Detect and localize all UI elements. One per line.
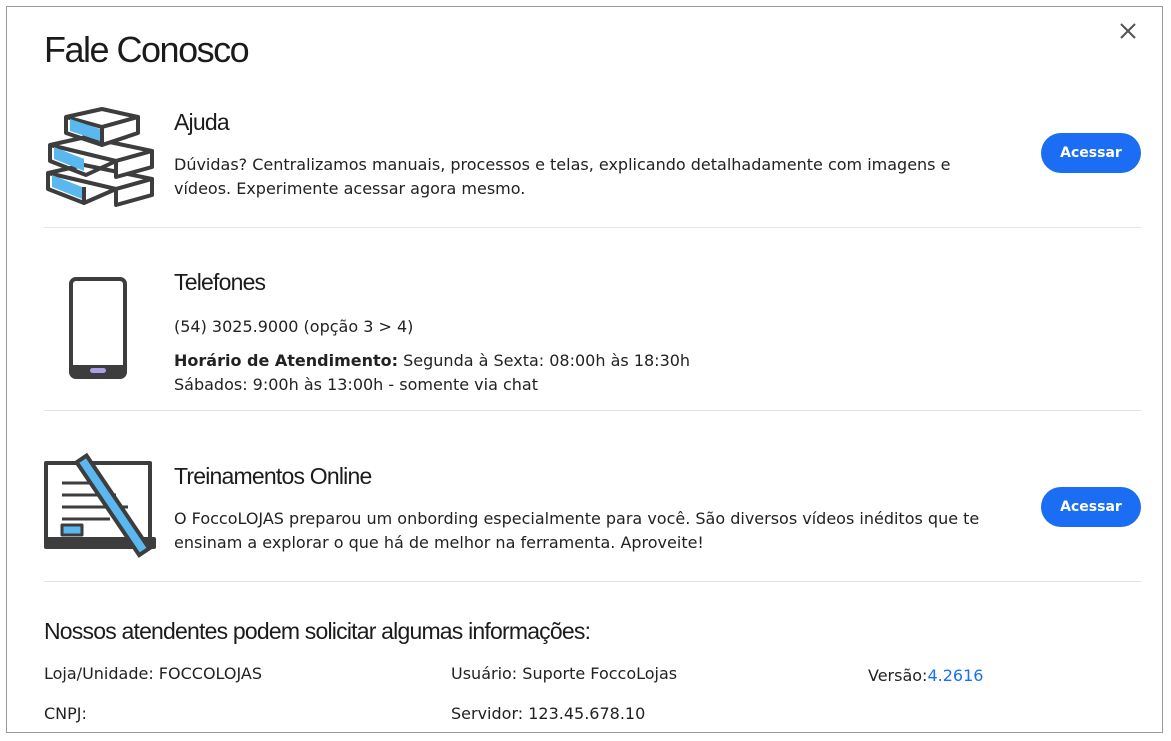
server-info: Servidor: 123.45.678.10: [451, 704, 646, 723]
training-description-line2: ensinam a explorar o que há de melhor na…: [174, 533, 704, 552]
phones-title: Telefones: [174, 269, 266, 295]
books-icon: [46, 107, 154, 207]
whiteboard-icon: [44, 453, 156, 558]
help-description-line1: Dúvidas? Centralizamos manuais, processo…: [174, 155, 951, 174]
training-access-button[interactable]: Acessar: [1041, 487, 1141, 527]
phones-section: Telefones (54) 3025.9000 (opção 3 > 4) H…: [44, 257, 1141, 397]
version-link[interactable]: 4.2616: [927, 666, 983, 685]
service-hours-weekdays: Horário de Atendimento: Segunda à Sexta:…: [174, 349, 690, 373]
help-access-button[interactable]: Acessar: [1041, 133, 1141, 173]
phone-number: (54) 3025.9000 (opção 3 > 4): [174, 317, 414, 336]
version-label: Versão:: [868, 666, 928, 685]
help-title: Ajuda: [174, 109, 230, 135]
service-hours-weekdays-text: Segunda à Sexta: 08:00h às 18:30h: [398, 351, 691, 370]
version-info: Versão:4.2616: [868, 666, 983, 685]
training-description-line1: O FoccoLOJAS preparou um onbording espec…: [174, 509, 980, 528]
training-description: O FoccoLOJAS preparou um onbording espec…: [174, 507, 979, 555]
help-section: Ajuda Dúvidas? Centralizamos manuais, pr…: [44, 97, 1141, 207]
contact-dialog: Fale Conosco Ajuda Dúvidas? Centralizamo…: [6, 6, 1163, 733]
divider: [44, 410, 1141, 411]
dialog-title: Fale Conosco: [44, 29, 250, 70]
close-button[interactable]: [1114, 17, 1142, 45]
cnpj-info: CNPJ:: [44, 704, 87, 723]
service-hours: Horário de Atendimento: Segunda à Sexta:…: [174, 349, 690, 397]
training-title: Treinamentos Online: [174, 463, 372, 489]
info-title: Nossos atendentes podem solicitar alguma…: [44, 618, 591, 644]
divider: [44, 227, 1141, 228]
phone-icon: [69, 277, 127, 379]
help-description: Dúvidas? Centralizamos manuais, processo…: [174, 153, 950, 201]
service-hours-saturday: Sábados: 9:00h às 13:00h - somente via c…: [174, 375, 538, 394]
divider: [44, 581, 1141, 582]
user-info: Usuário: Suporte FoccoLojas: [451, 664, 678, 683]
training-section: Treinamentos Online O FoccoLOJAS preparo…: [44, 451, 1141, 571]
service-hours-label: Horário de Atendimento:: [174, 351, 399, 370]
store-unit: Loja/Unidade: FOCCOLOJAS: [44, 664, 263, 683]
close-icon: [1120, 23, 1136, 39]
help-description-line2: vídeos. Experimente acessar agora mesmo.: [174, 179, 526, 198]
